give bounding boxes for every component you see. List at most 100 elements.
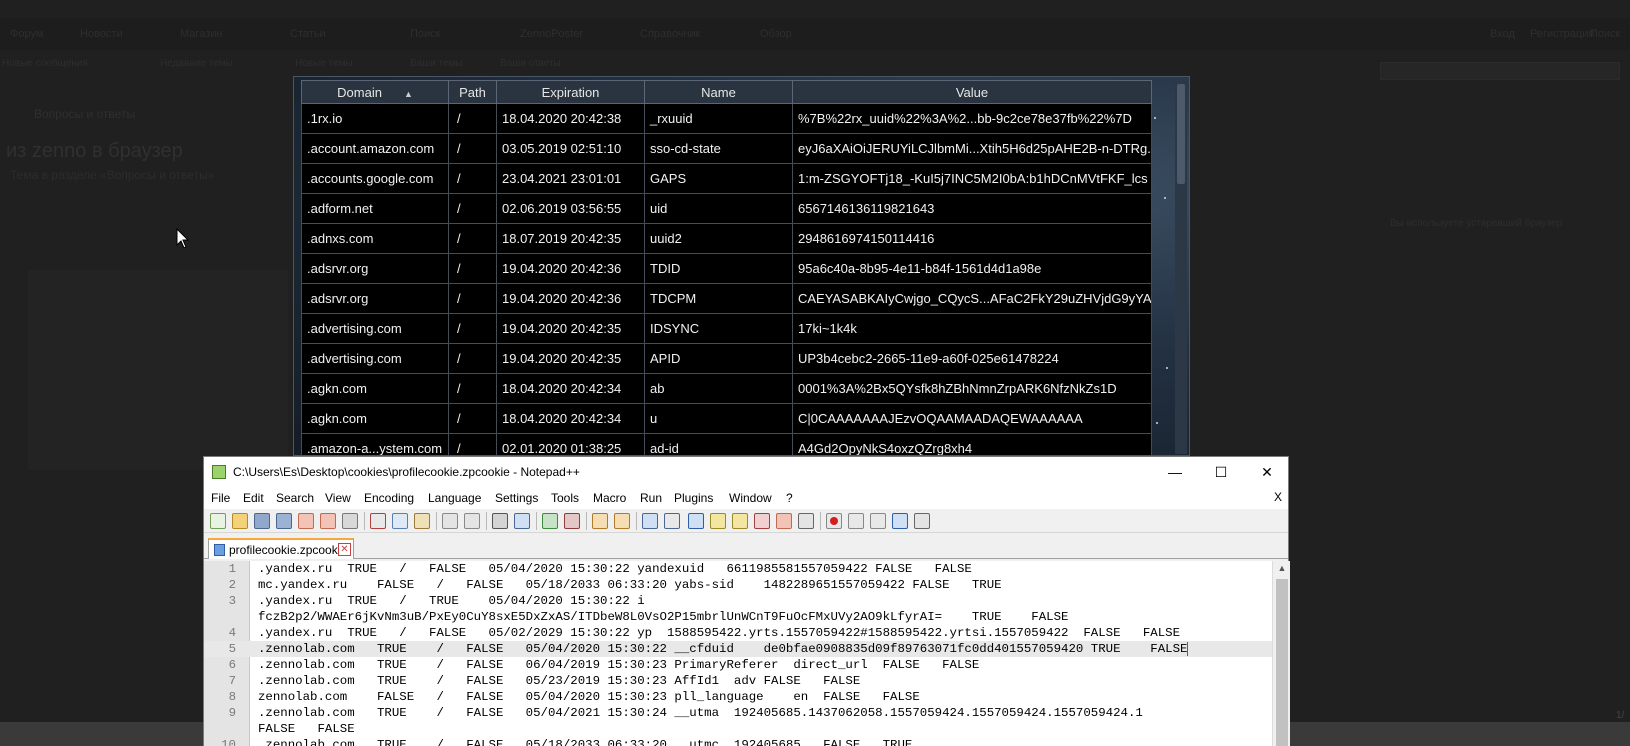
star [1166, 367, 1168, 369]
cookie-row[interactable]: .advertising.com/19.04.2020 20:42:35 APID… [301, 343, 1152, 374]
menu-file[interactable]: File [211, 491, 230, 505]
bg-nav-item: Поиск [410, 28, 441, 40]
cookie-domain-cell: .account.amazon.com [301, 133, 449, 164]
close-file-icon[interactable] [298, 513, 314, 529]
menu-settings[interactable]: Settings [495, 491, 538, 505]
editor-scrollbar[interactable]: ▲ [1272, 561, 1290, 746]
monitoring-icon[interactable] [798, 513, 814, 529]
tab-profilecookie[interactable]: profilecookie.zpcookie ✕ [208, 538, 354, 559]
find-icon[interactable] [492, 513, 508, 529]
new-file-icon[interactable] [210, 513, 226, 529]
cookie-row[interactable]: .amazon-a...ystem.com/02.01.2020 01:38:2… [301, 433, 1152, 455]
scroll-up-icon[interactable]: ▲ [1276, 563, 1288, 575]
close-button[interactable]: ✕ [1244, 457, 1290, 487]
cookie-expiration-cell: 18.04.2020 20:42:38 [496, 103, 645, 134]
sync-vertical-icon[interactable] [592, 513, 608, 529]
menu-language[interactable]: Language [428, 491, 481, 505]
run-macro-multiple-icon[interactable] [892, 513, 908, 529]
folder-workspace-icon[interactable] [776, 513, 792, 529]
menu-search[interactable]: Search [276, 491, 314, 505]
bg-header-link: Вход [1490, 28, 1515, 40]
paste-icon[interactable] [414, 513, 430, 529]
line-text: fczB2p2/WWAEr6jKvNm3uB/PxEy0CuY8sxE5DxZx… [258, 610, 1069, 624]
maximize-button[interactable]: ☐ [1198, 457, 1244, 487]
save-macro-icon[interactable] [914, 513, 930, 529]
menu-run[interactable]: Run [640, 491, 662, 505]
menu-edit[interactable]: Edit [243, 491, 264, 505]
zoom-out-icon[interactable] [564, 513, 580, 529]
cookie-name-cell: GAPS [644, 163, 793, 194]
stop-macro-icon[interactable] [848, 513, 864, 529]
close-document-icon[interactable]: X [1274, 490, 1282, 504]
function-list-icon[interactable] [754, 513, 770, 529]
cookie-value-cell: %7B%22rx_uuid%22%3A%2...bb-9c2ce78e37fb%… [792, 103, 1152, 134]
cookie-domain-cell: .adform.net [301, 193, 449, 224]
column-header-path[interactable]: Path [448, 80, 497, 104]
cookie-row[interactable]: .adform.net/02.06.2019 03:56:55 uid 656714… [301, 193, 1152, 224]
word-wrap-icon[interactable] [642, 513, 658, 529]
cookie-expiration-cell: 18.04.2020 20:42:34 [496, 373, 645, 404]
cookie-row[interactable]: .adnxs.com/18.07.2019 20:42:35 uuid2 29486… [301, 223, 1152, 254]
undo-icon[interactable] [442, 513, 458, 529]
cookie-row[interactable]: .agkn.com/18.04.2020 20:42:34 ab 0001%3A%2… [301, 373, 1152, 404]
menu-macro[interactable]: Macro [593, 491, 626, 505]
record-macro-icon[interactable] [826, 513, 842, 529]
play-macro-icon[interactable] [870, 513, 886, 529]
cookie-row[interactable]: .accounts.google.com/23.04.2021 23:01:01… [301, 163, 1152, 194]
cut-icon[interactable] [370, 513, 386, 529]
cookie-path-cell: / [448, 283, 497, 314]
zoom-in-icon[interactable] [542, 513, 558, 529]
menu-tools[interactable]: Tools [551, 491, 579, 505]
menu-encoding[interactable]: Encoding [364, 491, 414, 505]
cookie-domain-cell: .accounts.google.com [301, 163, 449, 194]
print-icon[interactable] [342, 513, 358, 529]
code-line: 4 .yandex.ru TRUE / FALSE 05/02/2029 15:3… [204, 625, 1274, 641]
text-editor[interactable]: 1 .yandex.ru TRUE / FALSE 05/04/2020 15:3… [204, 561, 1290, 746]
menu-window[interactable]: Window [729, 491, 772, 505]
toolbar-separator [586, 512, 587, 530]
cookie-expiration-cell: 18.04.2020 20:42:34 [496, 403, 645, 434]
menu-help[interactable]: ? [786, 491, 793, 505]
save-all-icon[interactable] [276, 513, 292, 529]
cookie-value-cell: 1:m-ZSGYOFTj18_-KuI5j7INC5M2I0bA:b1hDCnM… [792, 163, 1152, 194]
cookie-path-cell: / [448, 223, 497, 254]
open-file-icon[interactable] [232, 513, 248, 529]
close-all-icon[interactable] [320, 513, 336, 529]
copy-icon[interactable] [392, 513, 408, 529]
cookie-row[interactable]: .account.amazon.com/03.05.2019 02:51:10 s… [301, 133, 1152, 164]
cookie-value-cell: 17ki~1k4k [792, 313, 1152, 344]
cookie-table-container: Domain ▲ Path Expiration Name Value .1rx.… [301, 80, 1152, 455]
cookie-row[interactable]: .1rx.io/18.04.2020 20:42:38 _rxuuid %7B%22… [301, 103, 1152, 134]
menu-view[interactable]: View [325, 491, 351, 505]
doc-map-icon[interactable] [732, 513, 748, 529]
scrollbar-thumb[interactable] [1276, 579, 1288, 746]
bg-nav-item: Новости [80, 28, 123, 40]
cookie-path-cell: / [448, 343, 497, 374]
tab-close-icon[interactable]: ✕ [338, 543, 351, 556]
column-header-domain[interactable]: Domain ▲ [301, 80, 449, 104]
language-icon[interactable] [710, 513, 726, 529]
cookie-row[interactable]: .adsrvr.org/19.04.2020 20:42:36 TDCPM CAEY… [301, 283, 1152, 314]
cookie-row[interactable]: .agkn.com/18.04.2020 20:42:34 u C|0CAAAAAA… [301, 403, 1152, 434]
background-breadcrumb: Вопросы и ответы [34, 107, 136, 121]
show-all-chars-icon[interactable] [664, 513, 680, 529]
cookie-row[interactable]: .adsrvr.org/19.04.2020 20:42:36 TDID 95a6c… [301, 253, 1152, 284]
indent-guide-icon[interactable] [688, 513, 704, 529]
redo-icon[interactable] [464, 513, 480, 529]
cookie-table-scrollbar[interactable] [1175, 80, 1187, 454]
line-text: .zennolab.com TRUE / FALSE 06/04/2019 15… [258, 658, 980, 672]
cookie-value-cell: 2948616974150114416 [792, 223, 1152, 254]
column-header-value[interactable]: Value [792, 80, 1152, 104]
save-icon[interactable] [254, 513, 270, 529]
column-header-expiration[interactable]: Expiration [496, 80, 645, 104]
cookie-expiration-cell: 03.05.2019 02:51:10 [496, 133, 645, 164]
minimize-button[interactable]: — [1152, 457, 1198, 487]
toolbar-separator [486, 512, 487, 530]
scrollbar-thumb[interactable] [1177, 84, 1185, 184]
notepad-titlebar[interactable]: C:\Users\Es\Desktop\cookies\profilecooki… [204, 457, 1288, 487]
replace-icon[interactable] [514, 513, 530, 529]
menu-plugins[interactable]: Plugins [674, 491, 713, 505]
sync-horizontal-icon[interactable] [614, 513, 630, 529]
cookie-row[interactable]: .advertising.com/19.04.2020 20:42:35 IDSY… [301, 313, 1152, 344]
column-header-name[interactable]: Name [644, 80, 793, 104]
